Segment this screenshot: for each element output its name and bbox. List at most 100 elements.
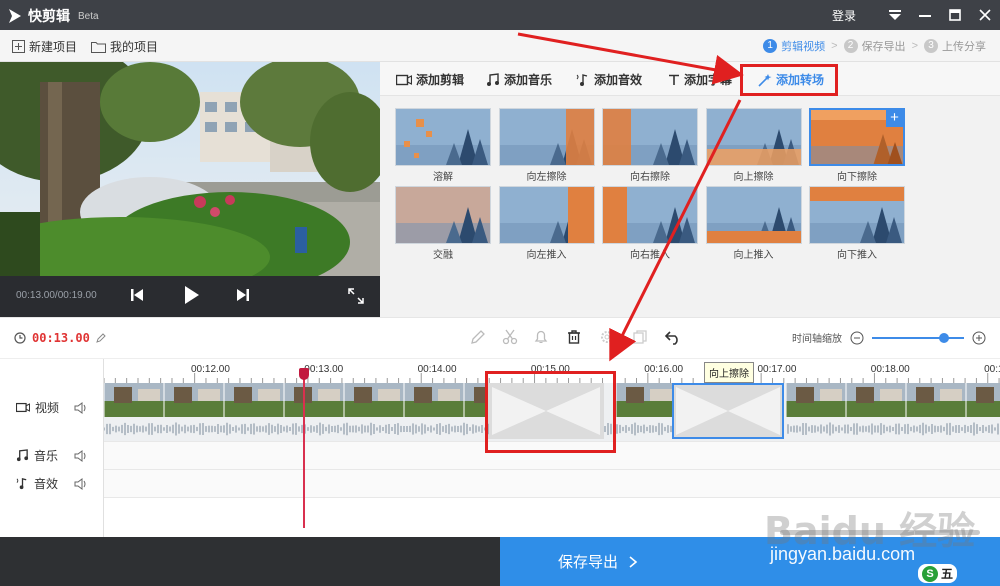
track-video: 视频	[0, 399, 104, 416]
copy-icon[interactable]	[632, 329, 648, 348]
playhead-handle[interactable]	[299, 368, 309, 380]
step-share[interactable]: 3 上传分享	[924, 38, 986, 54]
transition-preview	[395, 186, 491, 244]
chevron-right-icon	[629, 555, 638, 568]
playhead[interactable]	[303, 368, 305, 528]
current-time: 00:13.00	[14, 331, 106, 345]
scissors-icon[interactable]	[502, 329, 518, 348]
play-icon[interactable]	[184, 284, 200, 309]
highlight-box-transition-slot	[485, 371, 616, 453]
next-frame-icon[interactable]	[236, 286, 250, 307]
transition-thumb[interactable]: 向下推入	[809, 186, 905, 262]
ruler-tick-label: 00:17.00	[757, 364, 797, 375]
transition-thumb[interactable]: 溶解	[395, 108, 491, 184]
tab-add-music[interactable]: 添加音乐	[486, 71, 552, 88]
tab-add-sound-effect[interactable]: 添加音效	[576, 71, 642, 88]
panel-tabs: 添加剪辑 添加音乐 添加音效 添加字幕 添加转场	[380, 62, 1000, 96]
undo-icon[interactable]	[664, 329, 682, 348]
menu-icon[interactable]	[880, 0, 910, 30]
step-edit[interactable]: 1 剪辑视频	[763, 38, 825, 54]
transition-preview	[498, 186, 595, 244]
music-icon	[487, 72, 499, 86]
transition-preview	[395, 108, 491, 166]
transition-thumb[interactable]: + 向下擦除	[809, 108, 905, 184]
tab-add-subtitle[interactable]: 添加字幕	[668, 71, 732, 88]
edit-time-icon[interactable]	[96, 333, 106, 343]
play-logo-icon	[9, 9, 21, 23]
volume-icon[interactable]	[74, 477, 88, 490]
video-icon	[396, 74, 412, 85]
track-label: 视频	[35, 401, 60, 415]
track-headers: 视频 音乐 音效	[0, 359, 104, 537]
tab-label: 添加音效	[594, 73, 643, 87]
zoom-in-icon[interactable]	[972, 331, 986, 345]
transition-thumb[interactable]: 向左推入	[498, 186, 595, 262]
step-export[interactable]: 2 保存导出	[843, 38, 906, 54]
transition-preview	[809, 186, 905, 244]
transition-label: 向右擦除	[630, 172, 670, 183]
video-clip-1[interactable]	[104, 383, 486, 417]
timeline-zoom: 时间轴缩放	[792, 330, 986, 345]
ruler-tick-label: 00:14.00	[417, 364, 457, 375]
step-number: 3	[924, 39, 938, 53]
new-project-label: 新建项目	[29, 40, 78, 54]
watermark-badge: S 五	[918, 564, 958, 583]
track-label: 音效	[34, 477, 59, 491]
ruler-tick-label: 00:13.00	[304, 364, 344, 375]
step-separator: >	[831, 40, 838, 52]
volume-icon[interactable]	[74, 449, 88, 462]
text-icon	[669, 74, 679, 85]
step-number: 2	[843, 39, 858, 53]
new-project-icon	[12, 40, 25, 53]
maximize-icon[interactable]	[940, 0, 970, 30]
fullscreen-icon[interactable]	[348, 288, 364, 307]
transition-thumb[interactable]: 向右擦除	[602, 108, 698, 184]
media-panel: 添加剪辑 添加音乐 添加音效 添加字幕 添加转场 溶解 向左擦除 向右擦除 向上擦除 +…	[380, 62, 1000, 317]
preview-controls: 00:13.00/00:19.00	[0, 276, 380, 317]
login-link[interactable]: 登录	[832, 7, 856, 24]
ruler-tick-label: 00:1	[984, 364, 1000, 375]
pen-icon[interactable]	[470, 329, 486, 348]
transition-label: 交融	[433, 250, 453, 261]
watermark-url: jingyan.baidu.com	[770, 544, 916, 564]
baidu-watermark: Baidu 经验 jingyan.baidu.com S 五	[740, 470, 1000, 586]
video-clip-3[interactable]	[786, 383, 1000, 417]
add-icon[interactable]: +	[886, 110, 903, 127]
zoom-slider-knob[interactable]	[938, 332, 949, 343]
transition-thumb[interactable]: 向上擦除	[705, 108, 802, 184]
video-icon	[16, 402, 30, 413]
minimize-icon[interactable]	[910, 0, 940, 30]
my-projects-button[interactable]: 我的项目	[91, 38, 158, 55]
preview-timecode: 00:13.00/00:19.00	[16, 290, 97, 301]
sound-effect-icon	[576, 73, 588, 86]
step-label: 上传分享	[942, 41, 986, 53]
close-icon[interactable]	[970, 0, 1000, 30]
step-separator: >	[911, 40, 918, 52]
track-sound-effect: 音效	[0, 475, 104, 492]
volume-icon[interactable]	[74, 401, 88, 414]
transition-label: 溶解	[433, 172, 453, 183]
preview-frame	[0, 62, 380, 276]
transition-label: 向右推入	[630, 250, 670, 261]
transition-tooltip: 向上擦除	[704, 362, 754, 383]
delete-icon[interactable]	[566, 329, 582, 348]
transition-preview	[498, 108, 595, 166]
transition-label: 向下擦除	[837, 172, 877, 183]
new-project-button[interactable]: 新建项目	[12, 38, 77, 55]
bell-icon[interactable]	[533, 329, 549, 348]
settings-icon[interactable]	[599, 329, 615, 348]
tab-add-clip[interactable]: 添加剪辑	[396, 71, 464, 88]
project-toolbar: 新建项目 我的项目 1 剪辑视频 > 2 保存导出 > 3 上传分享	[0, 30, 1000, 62]
zoom-slider[interactable]	[872, 332, 964, 343]
transition-thumb[interactable]: 向右推入	[602, 186, 698, 262]
transition-thumb[interactable]: 向左擦除	[498, 108, 595, 184]
sound-effect-icon	[16, 478, 27, 490]
workflow-steps: 1 剪辑视频 > 2 保存导出 > 3 上传分享	[763, 38, 986, 54]
video-clip-2[interactable]	[616, 383, 672, 417]
prev-frame-icon[interactable]	[130, 286, 144, 307]
tab-label: 添加剪辑	[416, 73, 465, 87]
transition-thumb[interactable]: 向上推入	[705, 186, 802, 262]
app-logo: 快剪辑 Beta	[8, 6, 99, 26]
transition-thumb[interactable]: 交融	[395, 186, 491, 262]
zoom-out-icon[interactable]	[850, 331, 864, 345]
